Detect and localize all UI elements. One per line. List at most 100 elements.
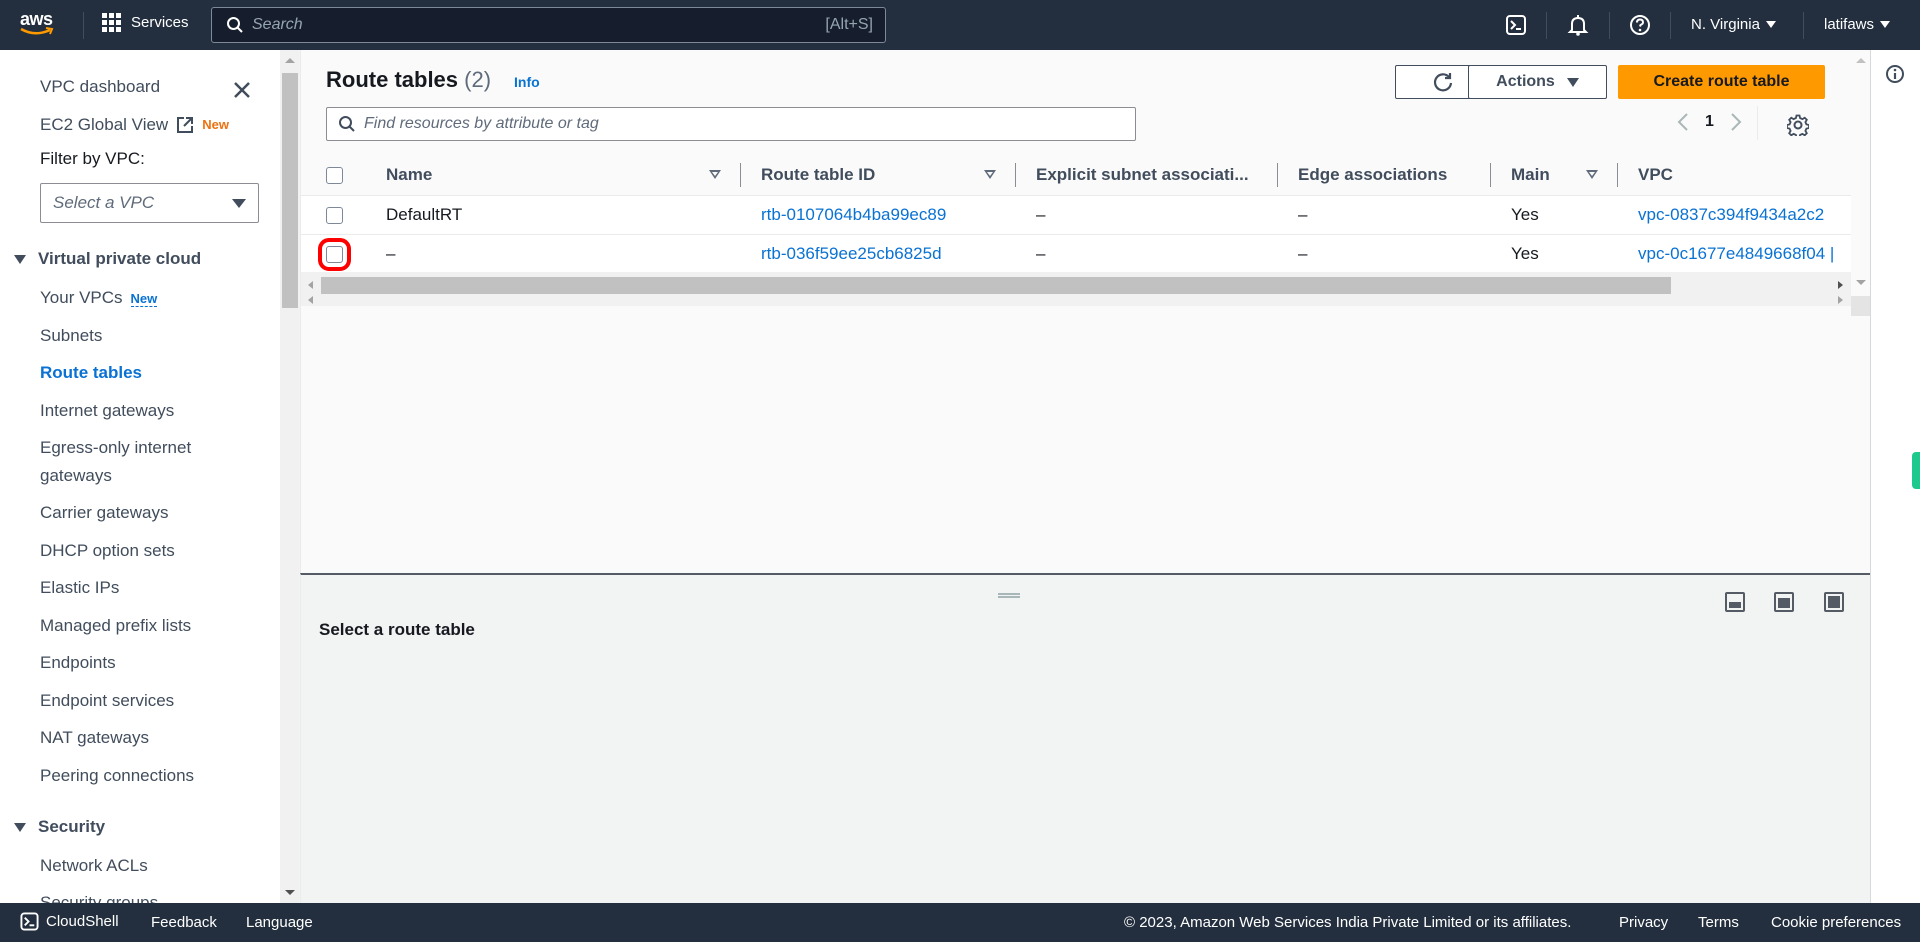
feedback-side-tab[interactable]	[1912, 452, 1920, 489]
cell-main: Yes	[1491, 195, 1618, 235]
sidebar-item-route-tables[interactable]: Route tables	[40, 359, 142, 387]
scroll-right-arrow[interactable]	[1838, 281, 1843, 289]
sort-icon[interactable]	[1586, 170, 1598, 179]
aws-logo[interactable]: aws	[20, 10, 64, 40]
header-label: VPC	[1638, 164, 1673, 184]
scroll-down-arrow[interactable]	[1856, 280, 1866, 285]
side-navigation: VPC dashboard EC2 Global View New Filter…	[0, 50, 280, 903]
actions-button[interactable]: Actions	[1468, 65, 1607, 99]
resource-filter-input[interactable]	[364, 115, 1135, 133]
scroll-up-arrow[interactable]	[285, 58, 295, 63]
sidebar-item-your-vpcs[interactable]: Your VPCs New	[40, 284, 158, 313]
table-row[interactable]: – rtb-036f59ee25cb6825d – – Yes vpc-0c16…	[301, 234, 1851, 274]
sidebar-item-subnets[interactable]: Subnets	[40, 322, 102, 350]
page-number[interactable]: 1	[1705, 113, 1714, 131]
cloudshell-icon	[20, 912, 39, 931]
sidebar-item-vpc-dashboard[interactable]: VPC dashboard	[40, 73, 160, 101]
global-search[interactable]: [Alt+S]	[211, 7, 886, 43]
cloudshell-button[interactable]: CloudShell	[20, 912, 119, 931]
search-shortcut-hint: [Alt+S]	[825, 16, 873, 33]
sidebar-item-endpoints[interactable]: Endpoints	[40, 649, 116, 677]
caret-down-icon	[1566, 77, 1579, 87]
sidebar-item-elastic-ips[interactable]: Elastic IPs	[40, 574, 119, 602]
info-link[interactable]: Info	[514, 74, 540, 90]
scrollbar-thumb[interactable]	[321, 277, 1671, 294]
table-horizontal-scrollbar[interactable]	[301, 272, 1861, 306]
vpc-link[interactable]: vpc-0c1677e4849668f04 |	[1638, 244, 1834, 263]
new-badge: New	[130, 291, 158, 307]
chevron-left-icon[interactable]	[1677, 112, 1689, 132]
sidebar-item-nat-gateways[interactable]: NAT gateways	[40, 724, 149, 752]
chevron-right-icon[interactable]	[1730, 112, 1742, 132]
panel-position-bottom-icon[interactable]	[1725, 592, 1745, 612]
header-label: Explicit subnet associati...	[1036, 164, 1249, 184]
region-label: N. Virginia	[1691, 16, 1760, 33]
divider	[1546, 12, 1547, 39]
new-badge: New	[202, 117, 229, 132]
global-search-input[interactable]	[252, 16, 826, 34]
row-select-cell	[301, 234, 366, 274]
terms-link[interactable]: Terms	[1698, 914, 1739, 931]
panel-position-middle-icon[interactable]	[1774, 592, 1794, 612]
services-label: Services	[131, 14, 189, 31]
notifications-bell-icon[interactable]	[1567, 14, 1589, 36]
scroll-left-arrow[interactable]	[308, 296, 313, 304]
services-menu-button[interactable]: Services	[102, 13, 189, 32]
vpc-filter-select[interactable]: Select a VPC	[40, 183, 259, 223]
region-selector[interactable]: N. Virginia	[1691, 16, 1776, 33]
row-checkbox[interactable]	[326, 206, 343, 224]
filter-by-vpc-label: Filter by VPC:	[40, 149, 145, 168]
create-label: Create route table	[1653, 73, 1790, 90]
sort-icon[interactable]	[984, 170, 996, 179]
sidebar-item-network-acls[interactable]: Network ACLs	[40, 852, 148, 880]
cookie-preferences-link[interactable]: Cookie preferences	[1771, 914, 1901, 931]
row-checkbox-highlighted[interactable]	[318, 237, 351, 271]
panel-vertical-scrollbar[interactable]	[1851, 50, 1871, 574]
sidebar-item-internet-gateways[interactable]: Internet gateways	[40, 397, 174, 425]
resize-handle[interactable]	[998, 593, 1020, 598]
cloudshell-icon[interactable]	[1505, 14, 1527, 36]
language-link[interactable]: Language	[246, 914, 313, 931]
scroll-left-arrow[interactable]	[308, 281, 313, 289]
column-header-edge-associations[interactable]: Edge associations	[1278, 155, 1491, 196]
vpc-link[interactable]: vpc-0837c394f9434a2c2	[1638, 205, 1824, 224]
section-security[interactable]: Security	[14, 817, 105, 837]
privacy-link[interactable]: Privacy	[1619, 914, 1668, 931]
info-panel-icon[interactable]	[1885, 64, 1905, 84]
settings-gear-icon[interactable]	[1787, 114, 1809, 136]
section-virtual-private-cloud[interactable]: Virtual private cloud	[14, 249, 201, 269]
column-header-name[interactable]: Name	[366, 155, 741, 196]
column-header-explicit-subnet-associations[interactable]: Explicit subnet associati...	[1016, 155, 1278, 196]
close-navigation-icon[interactable]	[230, 78, 254, 102]
sidebar-item-security-groups[interactable]: Security groups	[40, 889, 158, 903]
table-row[interactable]: DefaultRT rtb-0107064b4ba99ec89 – – Yes …	[301, 195, 1851, 235]
scroll-up-arrow[interactable]	[1856, 58, 1866, 63]
scroll-down-arrow[interactable]	[285, 890, 295, 895]
scroll-right-arrow[interactable]	[1838, 296, 1843, 304]
sidebar-item-endpoint-services[interactable]: Endpoint services	[40, 687, 174, 715]
sidebar-item-managed-prefix-lists[interactable]: Managed prefix lists	[40, 612, 191, 640]
sidebar-item-egress-only-internet-gateways[interactable]: Egress-only internet gateways	[40, 434, 240, 490]
sidebar-scrollbar[interactable]	[280, 50, 299, 903]
select-all-checkbox[interactable]	[326, 166, 343, 184]
sidebar-item-peering-connections[interactable]: Peering connections	[40, 762, 194, 790]
scrollbar-thumb[interactable]	[282, 73, 298, 308]
sort-icon[interactable]	[709, 170, 721, 179]
route-table-id-link[interactable]: rtb-0107064b4ba99ec89	[761, 205, 946, 224]
column-header-main[interactable]: Main	[1491, 155, 1618, 196]
sidebar-item-carrier-gateways[interactable]: Carrier gateways	[40, 499, 169, 527]
help-icon[interactable]	[1629, 14, 1651, 36]
sidebar-item-dhcp-option-sets[interactable]: DHCP option sets	[40, 537, 175, 565]
sidebar-item-ec2-global-view[interactable]: EC2 Global View New	[40, 111, 229, 139]
column-header-route-table-id[interactable]: Route table ID	[741, 155, 1016, 196]
resource-filter[interactable]	[326, 107, 1136, 141]
grid-icon	[102, 13, 121, 32]
column-header-vpc[interactable]: VPC	[1618, 155, 1851, 196]
account-menu[interactable]: latifaws	[1824, 16, 1891, 33]
route-table-id-link[interactable]: rtb-036f59ee25cb6825d	[761, 244, 942, 263]
create-route-table-button[interactable]: Create route table	[1618, 65, 1825, 99]
feedback-link[interactable]: Feedback	[151, 914, 217, 931]
panel-position-full-icon[interactable]	[1824, 592, 1844, 612]
cell-name: –	[366, 234, 741, 274]
route-tables-table: Name Route table ID Explicit subnet asso…	[301, 155, 1851, 283]
